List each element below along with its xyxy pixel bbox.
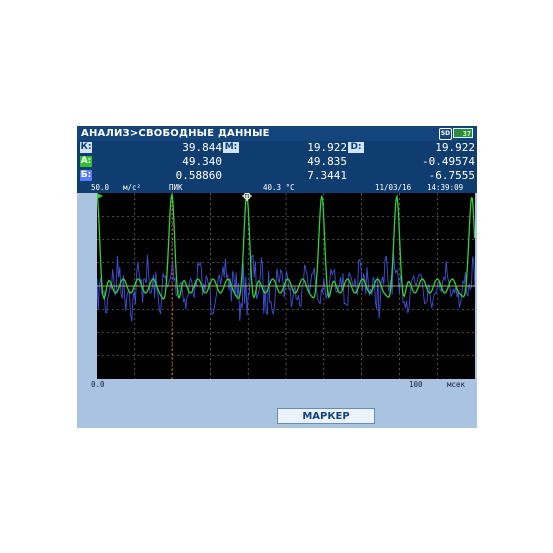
readouts-panel: К: 39.844 М: 19.922 D: 19.922 А: 49.340 … (77, 141, 477, 183)
channel-b-value-k: 0.58860 (175, 169, 222, 182)
readout-label-d: D: (348, 142, 364, 153)
channel-a-label: А: (80, 156, 92, 167)
marker-button[interactable]: МАРКЕР (277, 408, 375, 424)
analyzer-screen: АНАЛИЗ>СВОБОДНЫЕ ДАННЫЕ SD 37 К: 39.844 … (77, 126, 477, 428)
readout-label-m: М: (223, 142, 239, 153)
readout-value-m: 19.922 (307, 141, 347, 154)
x-axis-min: 0.0 (91, 380, 105, 389)
title-bar: АНАЛИЗ>СВОБОДНЫЕ ДАННЫЕ SD 37 (77, 126, 477, 141)
channel-b-label: Б: (80, 170, 92, 181)
status-bar: 50.0 м/с² ПИК 40.3 °С 11/03/16 14:39:09 (77, 183, 477, 193)
channel-a-value-m: 49.835 (307, 155, 347, 168)
readout-row-a: А: 49.340 49.835 -0.49574 (77, 155, 477, 169)
time-display: 14:39:09 (427, 183, 464, 192)
waveform-svg[interactable] (96, 192, 476, 379)
x-axis-unit: мсек (447, 380, 466, 389)
sd-card-icon: SD (439, 128, 452, 140)
channel-b-value-d: -6.7555 (428, 169, 475, 182)
channel-a-value-d: -0.49574 (422, 155, 475, 168)
scale-units: м/с² (123, 183, 142, 192)
waveform-plot[interactable] (96, 192, 476, 379)
readout-value-d: 19.922 (435, 141, 475, 154)
x-axis-max: 100 (409, 380, 423, 389)
date-display: 11/03/16 (375, 183, 412, 192)
scale-value: 50.0 (91, 183, 110, 192)
channel-a-value-k: 49.340 (182, 155, 222, 168)
detection-mode: ПИК (169, 183, 183, 192)
readout-value-k: 39.844 (182, 141, 222, 154)
readout-row-k: К: 39.844 М: 19.922 D: 19.922 (77, 141, 477, 155)
channel-b-value-m: 7.3441 (307, 169, 347, 182)
battery-icon: 37 (453, 128, 473, 138)
readout-row-b: Б: 0.58860 7.3441 -6.7555 (77, 169, 477, 183)
temperature-reading: 40.3 °С (263, 183, 295, 192)
page-title: АНАЛИЗ>СВОБОДНЫЕ ДАННЫЕ (81, 128, 270, 139)
readout-label-k: К: (80, 142, 92, 153)
trigger-marker-icon (97, 193, 103, 199)
